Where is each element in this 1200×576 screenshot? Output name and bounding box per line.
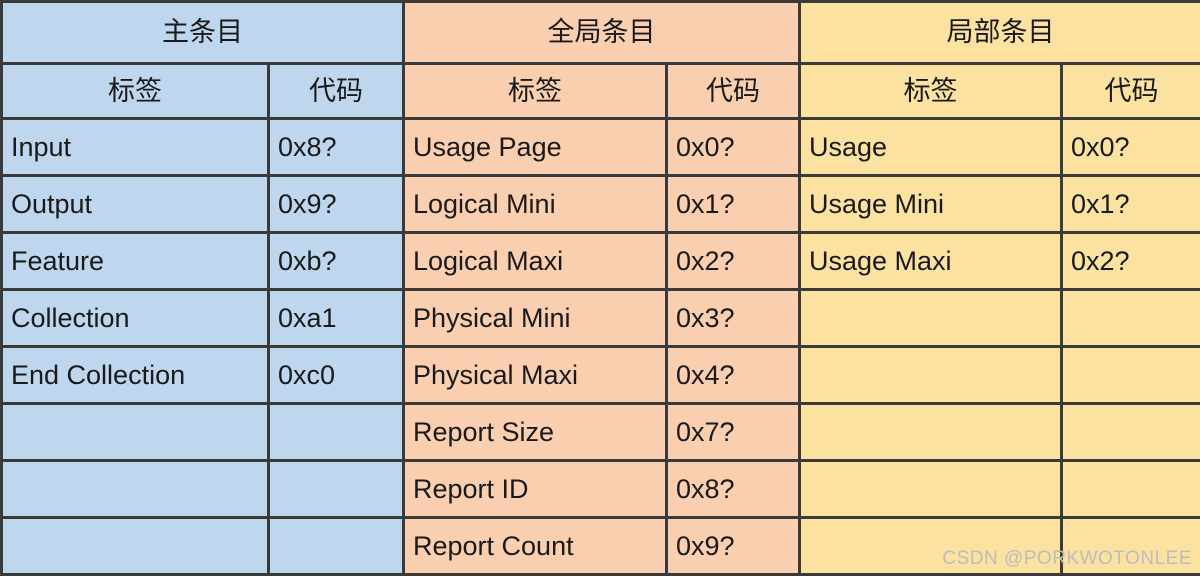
group-header-row: 主条目 全局条目 局部条目 bbox=[2, 2, 1200, 64]
table-row: Report Size 0x7? bbox=[2, 404, 1200, 461]
cell-local-label: Usage Maxi bbox=[800, 233, 1062, 290]
cell-local-code: 0x1? bbox=[1062, 176, 1200, 233]
column-header-local-label: 标签 bbox=[800, 64, 1062, 119]
cell-global-code: 0x3? bbox=[667, 290, 800, 347]
cell-main-label: Collection bbox=[2, 290, 269, 347]
cell-main-code bbox=[269, 518, 404, 575]
table-row: Output 0x9? Logical Mini 0x1? Usage Mini… bbox=[2, 176, 1200, 233]
cell-local-code: 0x0? bbox=[1062, 119, 1200, 176]
cell-global-code: 0x9? bbox=[667, 518, 800, 575]
cell-local-code bbox=[1062, 404, 1200, 461]
cell-main-label: End Collection bbox=[2, 347, 269, 404]
column-header-row: 标签 代码 标签 代码 标签 代码 bbox=[2, 64, 1200, 119]
cell-global-label: Report Size bbox=[404, 404, 667, 461]
cell-main-label: Input bbox=[2, 119, 269, 176]
cell-main-code: 0x9? bbox=[269, 176, 404, 233]
cell-global-code: 0x8? bbox=[667, 461, 800, 518]
column-header-main-label: 标签 bbox=[2, 64, 269, 119]
hid-item-table: 主条目 全局条目 局部条目 标签 代码 标签 代码 标签 代码 Input 0x… bbox=[0, 0, 1200, 576]
column-header-local-code: 代码 bbox=[1062, 64, 1200, 119]
cell-local-label: Usage Mini bbox=[800, 176, 1062, 233]
cell-local-code bbox=[1062, 290, 1200, 347]
cell-global-code: 0x0? bbox=[667, 119, 800, 176]
table-row: Feature 0xb? Logical Maxi 0x2? Usage Max… bbox=[2, 233, 1200, 290]
cell-main-code: 0xc0 bbox=[269, 347, 404, 404]
cell-global-code: 0x1? bbox=[667, 176, 800, 233]
cell-global-label: Report Count bbox=[404, 518, 667, 575]
cell-main-code: 0x8? bbox=[269, 119, 404, 176]
cell-local-label bbox=[800, 461, 1062, 518]
cell-local-code bbox=[1062, 347, 1200, 404]
cell-global-label: Physical Mini bbox=[404, 290, 667, 347]
table-row: Collection 0xa1 Physical Mini 0x3? bbox=[2, 290, 1200, 347]
cell-main-code: 0xa1 bbox=[269, 290, 404, 347]
cell-local-label bbox=[800, 404, 1062, 461]
cell-main-label: Output bbox=[2, 176, 269, 233]
cell-local-label bbox=[800, 518, 1062, 575]
column-header-main-code: 代码 bbox=[269, 64, 404, 119]
cell-global-label: Logical Mini bbox=[404, 176, 667, 233]
cell-main-code bbox=[269, 461, 404, 518]
column-header-global-code: 代码 bbox=[667, 64, 800, 119]
cell-global-label: Usage Page bbox=[404, 119, 667, 176]
cell-global-label: Logical Maxi bbox=[404, 233, 667, 290]
cell-main-label bbox=[2, 404, 269, 461]
column-header-global-label: 标签 bbox=[404, 64, 667, 119]
cell-global-code: 0x7? bbox=[667, 404, 800, 461]
cell-main-label bbox=[2, 461, 269, 518]
cell-global-label: Report ID bbox=[404, 461, 667, 518]
cell-local-label: Usage bbox=[800, 119, 1062, 176]
cell-local-code bbox=[1062, 518, 1200, 575]
cell-main-code: 0xb? bbox=[269, 233, 404, 290]
table-row: Input 0x8? Usage Page 0x0? Usage 0x0? bbox=[2, 119, 1200, 176]
cell-local-label bbox=[800, 347, 1062, 404]
table-row: Report ID 0x8? bbox=[2, 461, 1200, 518]
hid-item-table-container: 主条目 全局条目 局部条目 标签 代码 标签 代码 标签 代码 Input 0x… bbox=[0, 0, 1200, 574]
group-header-main: 主条目 bbox=[2, 2, 404, 64]
cell-main-label: Feature bbox=[2, 233, 269, 290]
cell-main-code bbox=[269, 404, 404, 461]
cell-global-code: 0x2? bbox=[667, 233, 800, 290]
group-header-local: 局部条目 bbox=[800, 2, 1200, 64]
cell-global-code: 0x4? bbox=[667, 347, 800, 404]
table-row: Report Count 0x9? bbox=[2, 518, 1200, 575]
cell-local-code: 0x2? bbox=[1062, 233, 1200, 290]
cell-global-label: Physical Maxi bbox=[404, 347, 667, 404]
cell-main-label bbox=[2, 518, 269, 575]
cell-local-code bbox=[1062, 461, 1200, 518]
table-row: End Collection 0xc0 Physical Maxi 0x4? bbox=[2, 347, 1200, 404]
group-header-global: 全局条目 bbox=[404, 2, 800, 64]
cell-local-label bbox=[800, 290, 1062, 347]
